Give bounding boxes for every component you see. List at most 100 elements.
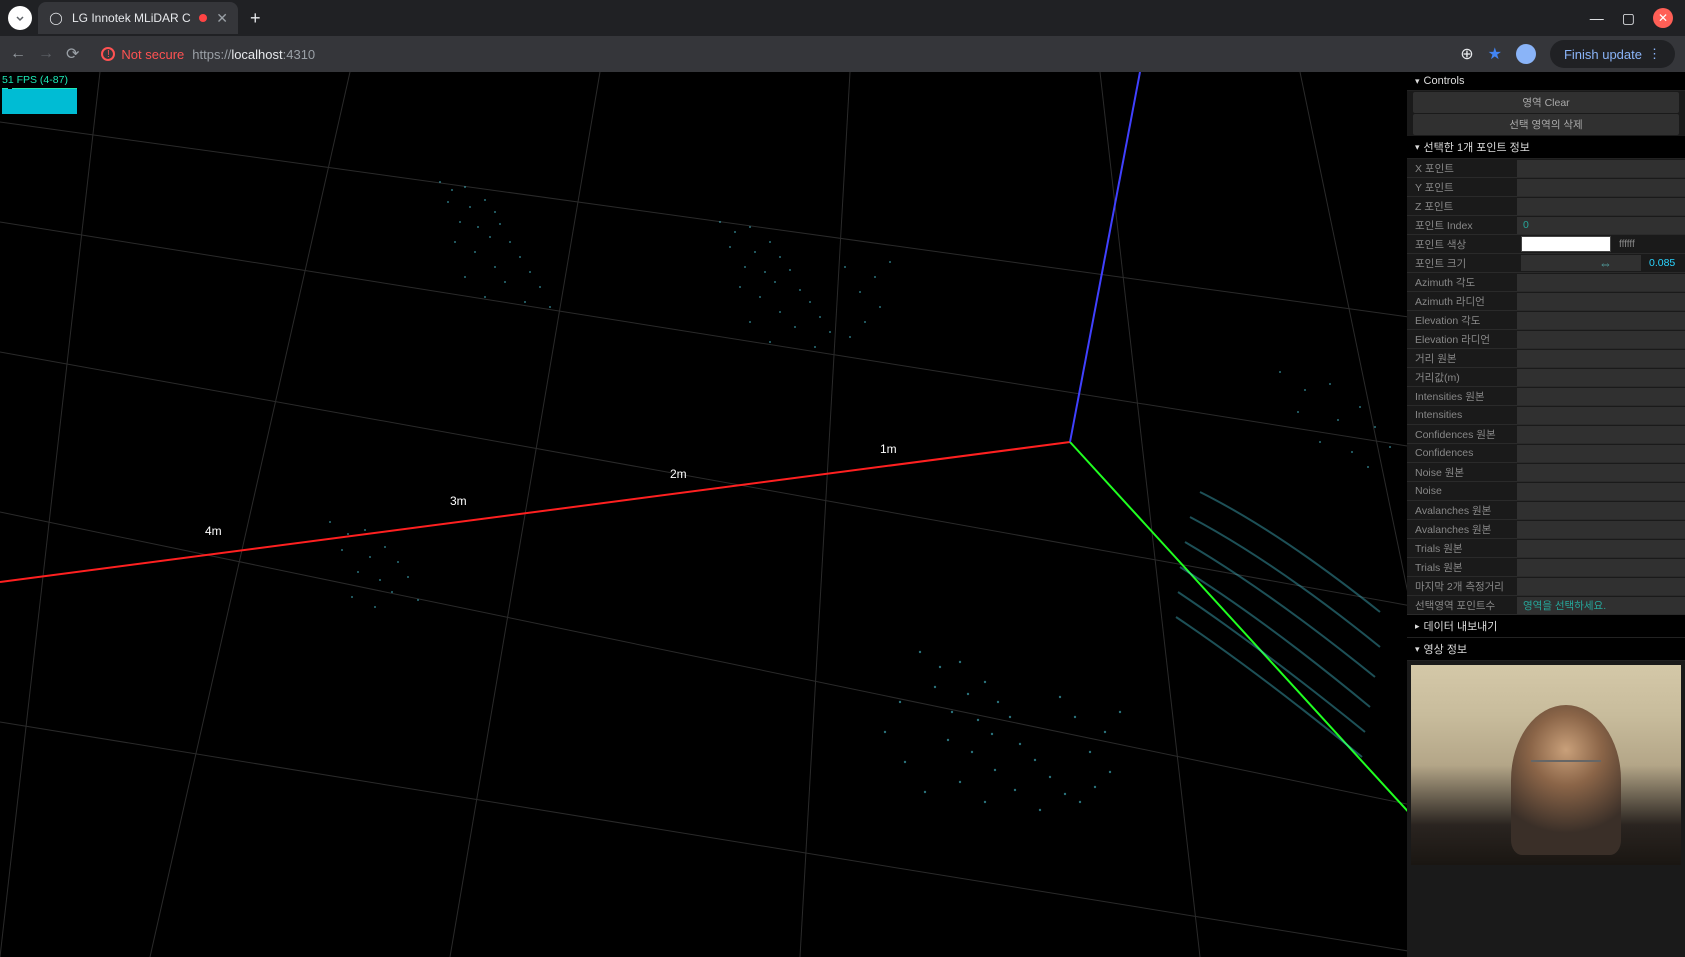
browser-url-bar: ← → ⟳ ! Not secure https://localhost:431… [0, 36, 1685, 72]
property-label: Y 포인트 [1407, 180, 1517, 195]
property-label: Confidences 원본 [1407, 427, 1517, 442]
property-value [1517, 331, 1685, 348]
tab-close-icon[interactable]: ✕ [216, 10, 228, 27]
size-slider[interactable]: ⇔ [1521, 255, 1641, 271]
property-row: 포인트 Index0 [1407, 216, 1685, 235]
section-data-export[interactable]: 데이터 내보내기 [1407, 615, 1685, 638]
footer-row: 선택영역 포인트수영역을 선택하세요. [1407, 596, 1685, 615]
browser-tab-bar: ◯ LG Innotek MLiDAR C ✕ + — ▢ ✕ [0, 0, 1685, 36]
fps-graph [2, 88, 77, 114]
property-row: Noise [1407, 482, 1685, 501]
property-label: Azimuth 라디언 [1407, 294, 1517, 309]
tab-title: LG Innotek MLiDAR C [72, 11, 191, 25]
tab-search-icon[interactable] [8, 6, 32, 30]
y-axis [1070, 442, 1445, 852]
wave-pattern [1176, 492, 1380, 757]
address-bar[interactable]: ! Not secure https://localhost:4310 [91, 47, 1448, 62]
property-label: Intensities 원본 [1407, 389, 1517, 404]
property-row: 포인트 크기 ⇔ 0.085 [1407, 254, 1685, 273]
property-value [1517, 521, 1685, 538]
property-row: Azimuth 라디언 [1407, 292, 1685, 311]
url-actions: ⊕ ★ Finish update ⋮ [1460, 40, 1675, 68]
clear-region-button[interactable]: 영역 Clear [1413, 92, 1679, 113]
camera-preview [1411, 665, 1681, 865]
footer-value: 영역을 선택하세요. [1517, 597, 1685, 614]
property-row: X 포인트 [1407, 159, 1685, 178]
recording-icon [199, 14, 207, 22]
bookmark-icon[interactable]: ★ [1488, 44, 1502, 64]
property-row: Trials 원본 [1407, 558, 1685, 577]
property-row: Trials 원본 [1407, 539, 1685, 558]
property-value [1517, 293, 1685, 310]
property-label: 포인트 색상 [1407, 237, 1517, 252]
reload-button[interactable]: ⟳ [66, 44, 79, 64]
property-row: 거리 원본 [1407, 349, 1685, 368]
footer-value [1517, 578, 1685, 595]
property-label: Noise 원본 [1407, 465, 1517, 480]
section-point-info[interactable]: 선택한 1개 포인트 정보 [1407, 136, 1685, 159]
property-row: Avalanches 원본 [1407, 501, 1685, 520]
controls-panel: Controls 영역 Clear 선택 영역의 삭제 선택한 1개 포인트 정… [1407, 72, 1685, 957]
property-row: Azimuth 각도 [1407, 273, 1685, 292]
property-label: 포인트 Index [1407, 218, 1517, 233]
property-value: 0 [1517, 217, 1685, 234]
new-tab-button[interactable]: + [250, 8, 261, 29]
grid-lines [0, 72, 1445, 957]
minimize-icon[interactable]: — [1590, 10, 1604, 26]
property-label: Avalanches 원본 [1407, 503, 1517, 518]
security-indicator[interactable]: ! Not secure [101, 47, 184, 62]
property-value [1517, 274, 1685, 291]
property-value [1517, 179, 1685, 196]
point-cloud [329, 181, 1391, 811]
lidar-viewport[interactable]: 51 FPS (4-87) [0, 72, 1445, 957]
color-swatch[interactable] [1521, 236, 1611, 252]
property-value [1517, 388, 1685, 405]
property-value [1517, 350, 1685, 367]
color-hex: ffffff [1615, 239, 1665, 250]
z-axis [1070, 72, 1140, 442]
axis-label-2m: 2m [670, 467, 687, 481]
fps-counter: 51 FPS (4-87) [2, 74, 77, 114]
property-label: X 포인트 [1407, 161, 1517, 176]
property-label: Noise [1407, 485, 1517, 497]
delete-region-button[interactable]: 선택 영역의 삭제 [1413, 114, 1679, 135]
finish-update-button[interactable]: Finish update ⋮ [1550, 40, 1675, 68]
footer-label: 선택영역 포인트수 [1407, 598, 1517, 613]
profile-icon[interactable] [1516, 44, 1536, 64]
property-row: Intensities 원본 [1407, 387, 1685, 406]
property-label: Elevation 각도 [1407, 313, 1517, 328]
maximize-icon[interactable]: ▢ [1622, 10, 1635, 27]
property-value [1517, 445, 1685, 462]
menu-icon: ⋮ [1648, 46, 1661, 62]
not-secure-label: Not secure [121, 47, 184, 62]
property-row: Noise 원본 [1407, 463, 1685, 482]
property-label: Z 포인트 [1407, 199, 1517, 214]
property-label: Avalanches 원본 [1407, 522, 1517, 537]
property-label: Confidences [1407, 447, 1517, 459]
property-row: Z 포인트 [1407, 197, 1685, 216]
property-label: Intensities [1407, 409, 1517, 421]
property-label: 거리값(m) [1407, 370, 1517, 385]
x-axis [0, 442, 1070, 582]
property-value [1517, 464, 1685, 481]
property-value [1517, 502, 1685, 519]
property-value [1517, 160, 1685, 177]
back-button[interactable]: ← [10, 45, 26, 63]
warning-icon: ! [101, 47, 115, 61]
property-row: Confidences [1407, 444, 1685, 463]
property-label: 거리 원본 [1407, 351, 1517, 366]
section-controls[interactable]: Controls [1407, 72, 1685, 91]
property-label: Azimuth 각도 [1407, 275, 1517, 290]
slider-value: 0.085 [1645, 257, 1685, 269]
browser-tab[interactable]: ◯ LG Innotek MLiDAR C ✕ [38, 2, 238, 34]
forward-button[interactable]: → [38, 45, 54, 63]
close-window-icon[interactable]: ✕ [1653, 8, 1673, 28]
install-app-icon[interactable]: ⊕ [1460, 44, 1473, 64]
section-video-info[interactable]: 영상 정보 [1407, 638, 1685, 661]
property-label: Trials 원본 [1407, 560, 1517, 575]
scene-svg [0, 72, 1445, 957]
footer-label: 마지막 2개 측정거리 [1407, 579, 1517, 594]
window-controls: — ▢ ✕ [1590, 8, 1685, 28]
property-label: 포인트 크기 [1407, 256, 1517, 271]
property-row: Elevation 라디언 [1407, 330, 1685, 349]
